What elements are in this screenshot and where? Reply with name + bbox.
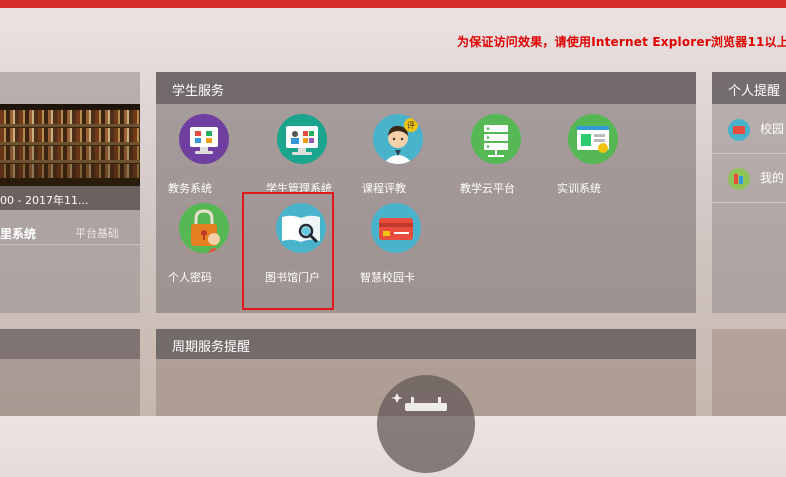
academic-system-icon (179, 114, 229, 164)
reminder-label: 我的 (760, 171, 785, 185)
panel-header: 个人提醒 (712, 72, 786, 104)
photo-caption[interactable]: 00 - 2017年11... (0, 192, 88, 208)
books-icon (728, 168, 750, 190)
panel-header: 周期服务提醒 (156, 329, 696, 359)
app-teaching-cloud[interactable]: 教学云平台 (460, 114, 550, 204)
news-panel: 00 - 2017年11... 里系统 平台基础 (0, 72, 140, 313)
calendar-icon (377, 375, 475, 473)
app-label: 实训系统 (557, 182, 601, 195)
browser-notice: 为保证访问效果，请使用Internet Explorer浏览器11以上版本 (457, 35, 786, 49)
library-photo[interactable] (0, 104, 140, 186)
campus-card-icon (371, 203, 421, 253)
app-label: 教学云平台 (460, 182, 515, 195)
base-label: 平台基础 (75, 227, 119, 240)
top-bar (0, 0, 786, 8)
app-course-evaluation[interactable]: 评 课程评教 (362, 114, 452, 204)
student-management-icon (277, 114, 327, 164)
lock-icon (179, 203, 229, 253)
panel-header: 学生服务 (156, 72, 696, 104)
app-student-management[interactable]: 学生管理系统 (266, 114, 356, 204)
app-academic-system[interactable]: 教务系统 (168, 114, 258, 204)
training-system-icon (568, 114, 618, 164)
personal-reminder-panel: 个人提醒 校园 我的 (712, 72, 786, 313)
student-services-panel: 学生服务 教务系统 学生管理系统 评 课程评教 教学云平台 实训系统 个人密码 … (156, 72, 696, 313)
reminder-item[interactable]: 校园 (712, 105, 786, 154)
cycle-reminder-panel: 周期服务提醒 (156, 329, 696, 473)
panel-title: 个人提醒 (728, 84, 781, 99)
app-label: 智慧校园卡 (360, 271, 415, 284)
app-training-system[interactable]: 实训系统 (557, 114, 647, 204)
system-label[interactable]: 里系统 (0, 225, 36, 242)
reminder-item[interactable]: 我的 (712, 154, 786, 203)
panel-title: 周期服务提醒 (172, 340, 251, 355)
course-evaluation-icon: 评 (373, 114, 423, 164)
panel-title: 学生服务 (172, 84, 225, 99)
bottom-right-panel (712, 329, 786, 416)
app-label: 课程评教 (362, 182, 406, 195)
library-portal-highlight (242, 192, 334, 310)
reminder-label: 校园 (760, 122, 785, 136)
teaching-cloud-icon (471, 114, 521, 164)
svg-text:评: 评 (407, 121, 415, 130)
bottom-left-panel (0, 329, 140, 416)
card-icon (728, 119, 750, 141)
app-campus-card[interactable]: 智慧校园卡 (360, 203, 450, 293)
